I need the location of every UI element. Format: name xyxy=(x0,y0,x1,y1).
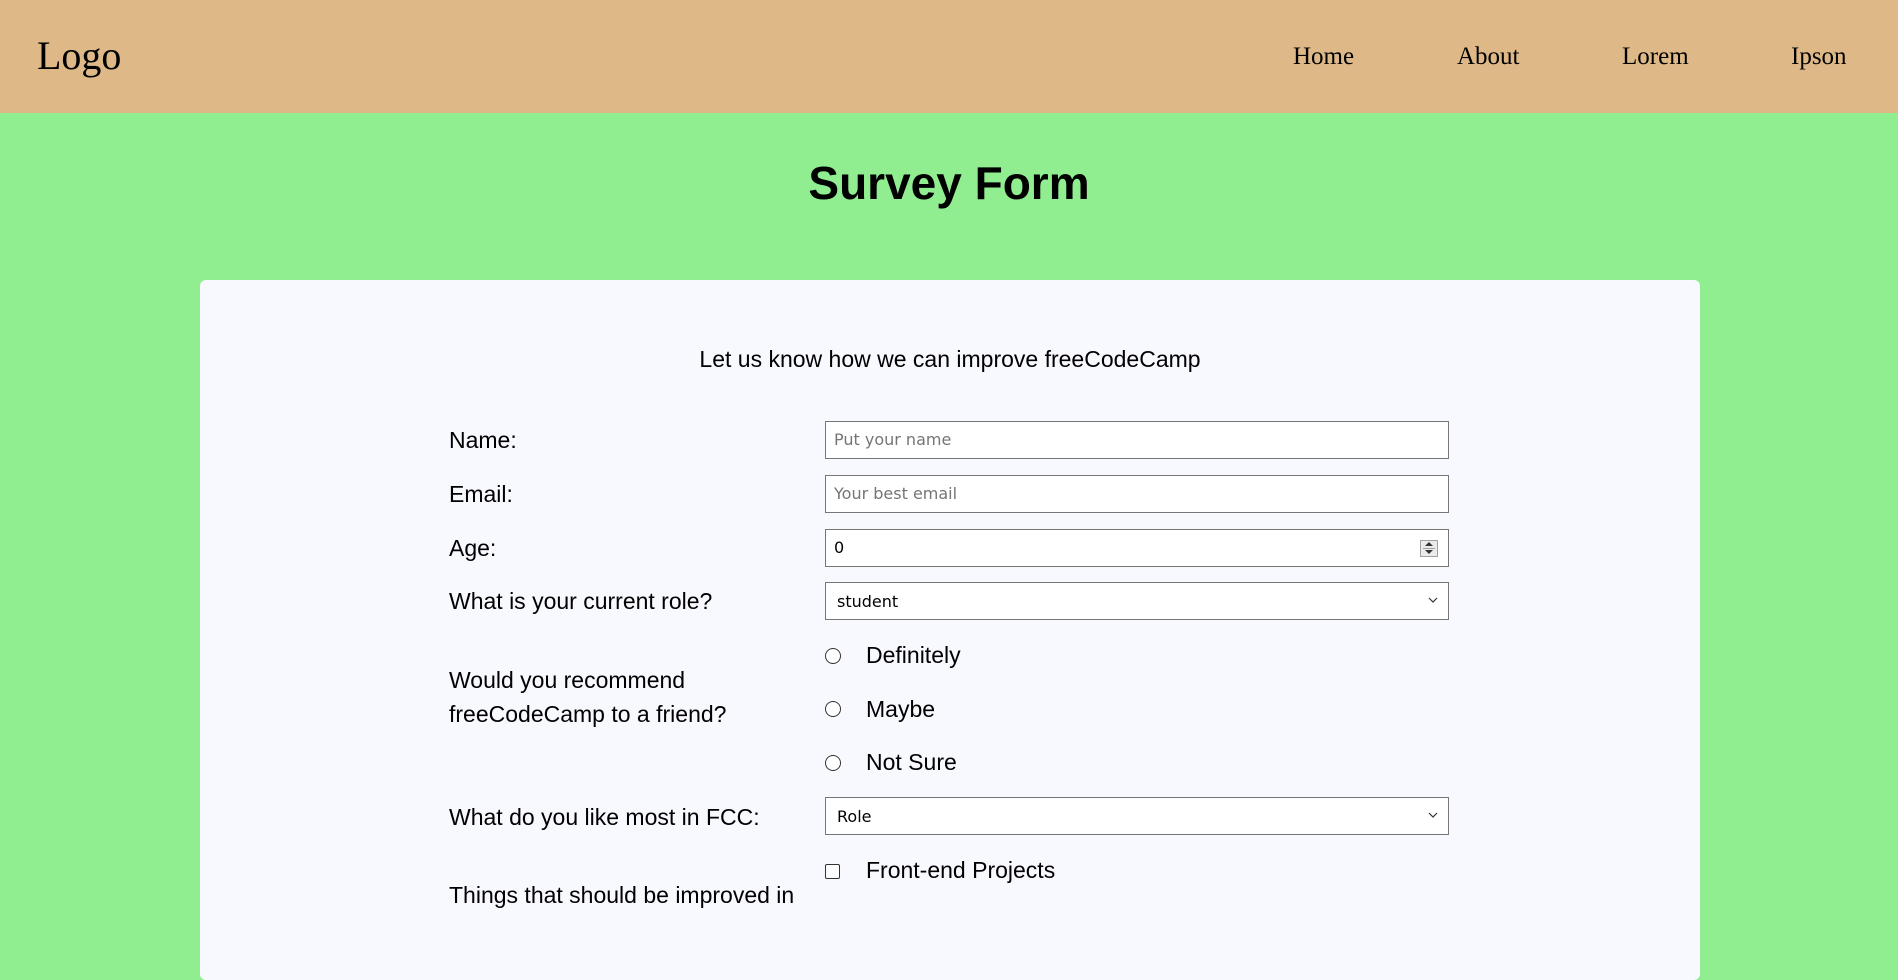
like-most-label: What do you like most in FCC: xyxy=(449,804,760,830)
name-placeholder: Put your name xyxy=(834,430,952,449)
name-input[interactable]: Put your name xyxy=(825,421,1449,459)
radio-maybe[interactable] xyxy=(825,701,841,717)
checkbox-label-front-end-projects[interactable]: Front-end Projects xyxy=(866,856,1055,884)
checkbox-front-end-projects[interactable] xyxy=(825,864,840,879)
logo[interactable]: Logo xyxy=(37,32,121,80)
nav-link-ipson[interactable]: Ipson xyxy=(1791,42,1847,72)
radio-label-definitely[interactable]: Definitely xyxy=(866,641,961,669)
email-input[interactable]: Your best email xyxy=(825,475,1449,513)
form-description: Let us know how we can improve freeCodeC… xyxy=(699,346,1201,372)
spin-up-icon[interactable] xyxy=(1425,542,1433,546)
nav-link-about[interactable]: About xyxy=(1457,42,1520,72)
page-title: Survey Form xyxy=(808,157,1090,209)
nav-link-lorem[interactable]: Lorem xyxy=(1622,42,1689,72)
like-most-selected: Role xyxy=(837,807,872,826)
name-label: Name: xyxy=(449,427,517,453)
age-spinner[interactable] xyxy=(1420,540,1438,557)
radio-not-sure[interactable] xyxy=(825,755,841,771)
like-most-select[interactable]: Role xyxy=(825,797,1449,835)
radio-label-not-sure[interactable]: Not Sure xyxy=(866,748,957,776)
chevron-down-icon xyxy=(1428,597,1438,603)
age-label: Age: xyxy=(449,535,497,561)
age-number-input[interactable]: 0 xyxy=(825,529,1449,567)
role-label: What is your current role? xyxy=(449,588,713,614)
spin-down-icon[interactable] xyxy=(1425,550,1433,554)
radio-definitely[interactable] xyxy=(825,648,841,664)
email-placeholder: Your best email xyxy=(834,484,958,503)
top-navbar: Logo Home About Lorem Ipson xyxy=(0,0,1898,113)
role-selected: student xyxy=(837,592,899,611)
radio-label-maybe[interactable]: Maybe xyxy=(866,695,935,723)
recommend-label-line2: freeCodeCamp to a friend? xyxy=(449,701,727,727)
improve-label: Things that should be improved in xyxy=(449,882,795,908)
age-value: 0 xyxy=(834,538,845,557)
role-select[interactable]: student xyxy=(825,582,1449,620)
chevron-down-icon xyxy=(1428,812,1438,818)
recommend-label-line1: Would you recommend xyxy=(449,667,686,693)
nav-link-home[interactable]: Home xyxy=(1293,42,1354,72)
email-label: Email: xyxy=(449,481,513,507)
